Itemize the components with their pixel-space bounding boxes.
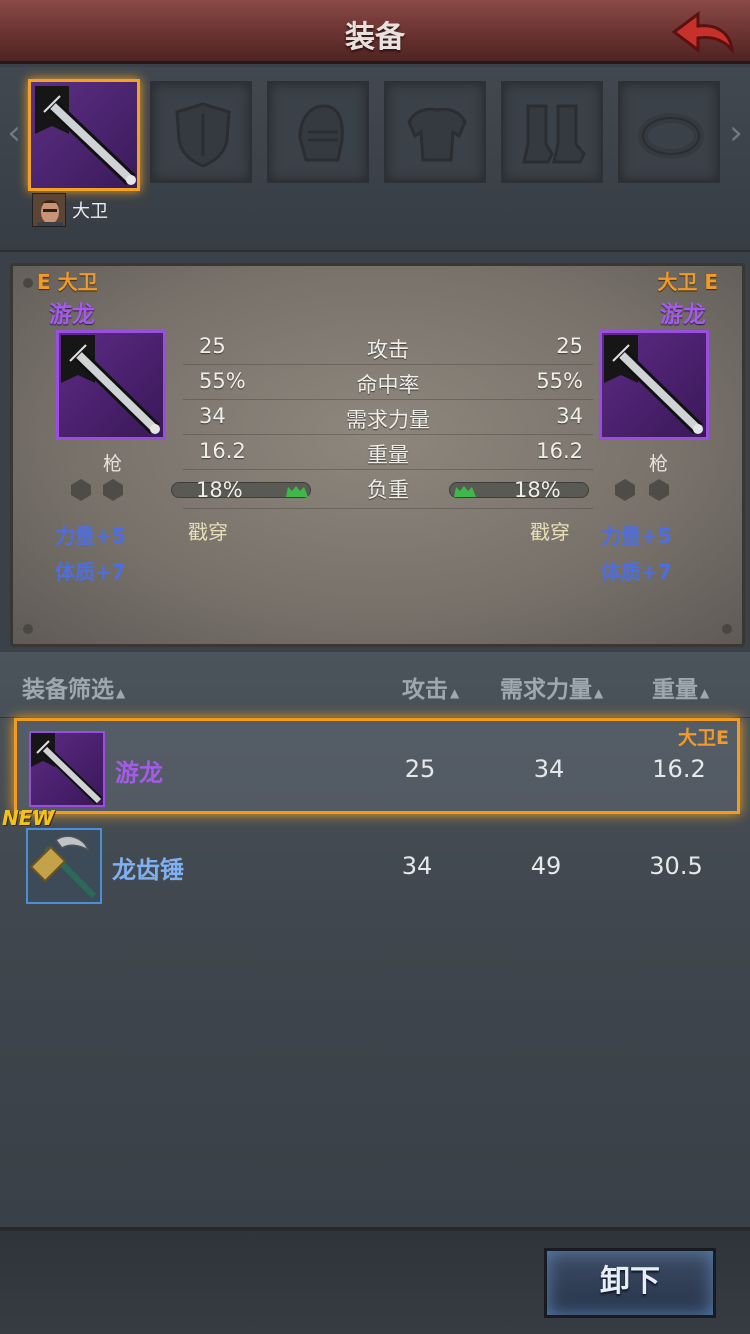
- empty-socket-icon: [103, 479, 123, 501]
- avatar: [32, 193, 66, 227]
- character-owner: 大卫: [32, 193, 108, 227]
- right-item-icon: [599, 330, 709, 440]
- attack-header-label: 攻击: [402, 677, 448, 703]
- bottom-bar: 卸下: [0, 1227, 750, 1334]
- empty-socket-icon: [71, 479, 91, 501]
- right-item-type: 枪: [649, 453, 669, 475]
- helmet-icon: [298, 104, 344, 162]
- spear-icon: [61, 335, 160, 435]
- stat-right-value: 55%: [536, 369, 583, 393]
- item-attack: 25: [404, 755, 436, 783]
- right-load-bar: 18%: [449, 478, 589, 502]
- page-title: 装备: [345, 20, 405, 55]
- weight-header-label: 重量: [652, 677, 698, 703]
- ring-icon: [638, 113, 704, 159]
- item-attack: 34: [401, 852, 433, 880]
- stat-right-value: 16.2: [536, 439, 583, 463]
- stat-row: 25 攻击 25: [183, 330, 593, 365]
- item-thumb: [29, 731, 105, 807]
- stat-label: 命中率: [356, 373, 420, 397]
- back-arrow-icon: [671, 11, 735, 55]
- stat-row: 16.2 重量 16.2: [183, 435, 593, 470]
- spear-icon: [604, 335, 703, 435]
- unequip-button[interactable]: 卸下: [544, 1248, 716, 1318]
- stat-right-value: 25: [556, 334, 583, 358]
- empty-socket-icon: [649, 479, 669, 501]
- slots-prev-arrow-icon[interactable]: ‹: [2, 113, 26, 153]
- list-item[interactable]: NEW 龙齿锤 34 49 30.5: [2, 806, 740, 914]
- list-header: 装备筛选 ▲ 攻击 ▲ 需求力量 ▲ 重量 ▲: [0, 652, 750, 718]
- stat-label: 重量: [367, 443, 409, 467]
- sort-weight-button[interactable]: 重量 ▲: [652, 670, 709, 704]
- req-str-header-label: 需求力量: [500, 677, 592, 703]
- right-item-name: 游龙: [660, 302, 706, 328]
- stat-right-value: 34: [556, 404, 583, 428]
- item-req-str: 49: [530, 852, 562, 880]
- sort-attack-button[interactable]: 攻击 ▲: [402, 670, 459, 704]
- slot-helmet[interactable]: [267, 81, 369, 183]
- slots-next-arrow-icon[interactable]: ›: [724, 113, 748, 153]
- item-req-str: 34: [533, 755, 565, 783]
- sort-triangle-icon: ▲: [116, 686, 126, 700]
- filter-label: 装备筛选: [22, 677, 114, 703]
- slot-weapon[interactable]: [28, 79, 140, 191]
- right-bonus: 体质+7: [601, 560, 672, 584]
- rivet-icon: [722, 624, 732, 634]
- character-portrait-icon: [33, 194, 65, 226]
- armor-icon: [407, 107, 467, 162]
- right-equipped-tag: 大卫 E: [657, 270, 718, 294]
- comparison-panel: E 大卫 游龙 枪 力量+5 体质+7 25 攻击 25 55% 命中率 55%…: [10, 263, 745, 647]
- top-bar: 装备: [0, 0, 750, 64]
- equipment-slots: ‹ › 大卫: [0, 67, 750, 252]
- equipment-list: 装备筛选 ▲ 攻击 ▲ 需求力量 ▲ 重量 ▲ 游龙 25 34 16.2 大卫E: [0, 652, 750, 1227]
- item-thumb: [26, 828, 102, 904]
- war-hammer-icon: [29, 835, 97, 899]
- right-load-value: 18%: [514, 478, 561, 502]
- right-bonus: 力量+5: [601, 524, 672, 548]
- left-bonus: 力量+5: [55, 524, 126, 548]
- item-weight: 16.2: [652, 755, 706, 783]
- stat-label: 需求力量: [346, 408, 430, 432]
- left-special-trait: 戳穿: [188, 520, 228, 544]
- back-button[interactable]: [670, 6, 740, 58]
- sort-triangle-icon: ▲: [700, 686, 710, 700]
- slot-ring[interactable]: [618, 81, 720, 183]
- owner-name: 大卫: [72, 201, 108, 222]
- left-bonus: 体质+7: [55, 560, 126, 584]
- load-row: 18% 负重 18%: [171, 474, 593, 509]
- boots-icon: [522, 104, 586, 164]
- right-special-trait: 戳穿: [530, 520, 570, 544]
- sort-triangle-icon: ▲: [594, 686, 604, 700]
- item-name: 游龙: [115, 759, 163, 787]
- empty-socket-icon: [615, 479, 635, 501]
- list-item[interactable]: 游龙 25 34 16.2 大卫E: [14, 718, 740, 814]
- slot-armor[interactable]: [384, 81, 486, 183]
- spear-icon: [35, 86, 136, 186]
- item-weight: 30.5: [649, 852, 703, 880]
- filter-sort-button[interactable]: 装备筛选 ▲: [22, 670, 125, 704]
- slot-boots[interactable]: [501, 81, 603, 183]
- stat-row: 34 需求力量 34: [183, 400, 593, 435]
- left-equipped-tag: E 大卫: [37, 270, 98, 294]
- equipped-by-tag: 大卫E: [678, 727, 729, 749]
- sort-req-str-button[interactable]: 需求力量 ▲: [500, 670, 603, 704]
- item-name: 龙齿锤: [112, 856, 184, 884]
- rivet-icon: [23, 278, 33, 288]
- stat-label: 攻击: [367, 338, 409, 362]
- sort-triangle-icon: ▲: [450, 686, 460, 700]
- left-item-icon: [56, 330, 166, 440]
- left-item-type: 枪: [103, 453, 123, 475]
- shield-icon: [175, 102, 231, 168]
- spear-icon: [31, 733, 103, 805]
- stat-row: 55% 命中率 55%: [183, 365, 593, 400]
- slot-shield[interactable]: [150, 81, 252, 183]
- left-item-name: 游龙: [49, 302, 95, 328]
- rivet-icon: [23, 624, 33, 634]
- new-badge: NEW: [2, 806, 55, 830]
